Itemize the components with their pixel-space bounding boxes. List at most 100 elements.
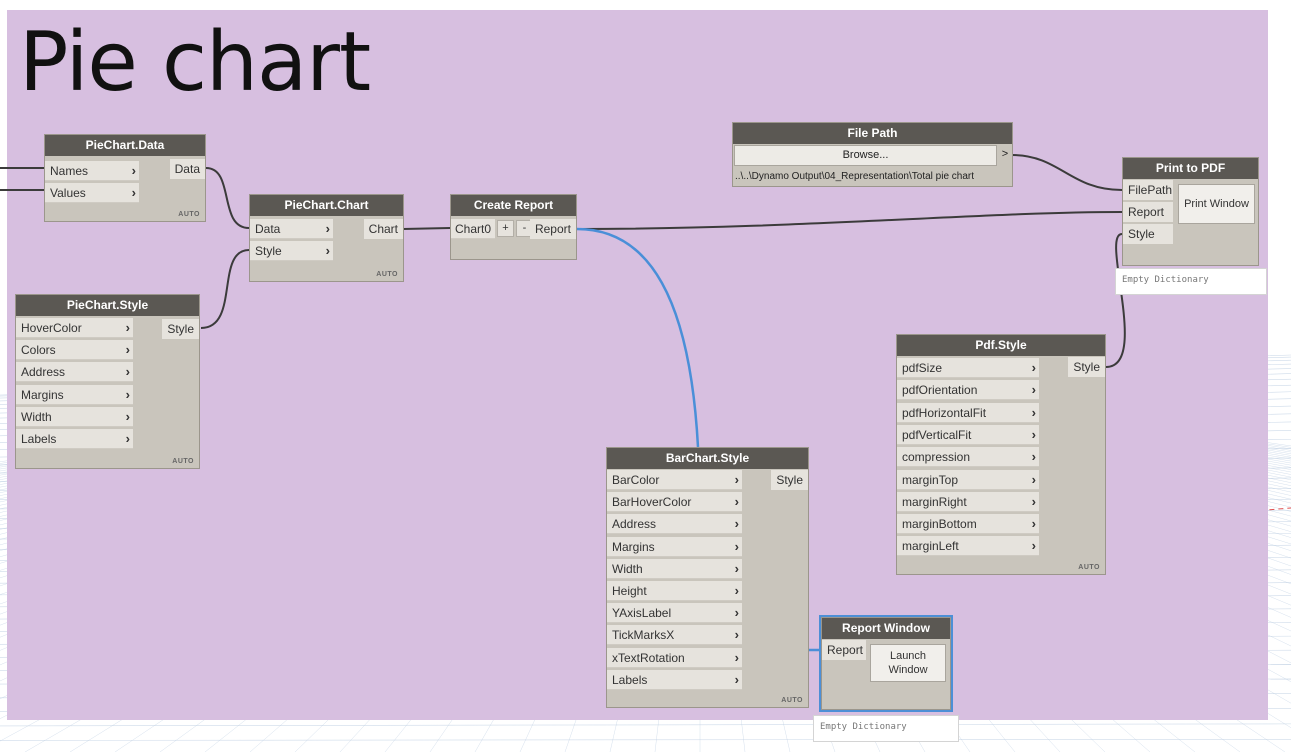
input-port-barhovercolor[interactable]: BarHoverColor › (607, 492, 742, 513)
input-port-pdforientation[interactable]: pdfOrientation › (897, 380, 1039, 401)
file-path-value: ..\..\Dynamo Output\04_Representation\To… (735, 171, 975, 182)
lacing-label: AUTO (1078, 564, 1100, 571)
input-port-labels[interactable]: Labels › (16, 429, 133, 449)
chevron-right-icon: › (1031, 360, 1036, 375)
input-port-margins[interactable]: Margins › (16, 384, 133, 405)
chevron-right-icon: › (1031, 404, 1036, 420)
wire-chart-to-report[interactable] (402, 227, 451, 230)
node-title: Pdf.Style (897, 335, 1105, 356)
chevron-right-icon: › (325, 243, 330, 258)
node-title: PieChart.Style (16, 295, 199, 316)
node-title: BarChart.Style (607, 448, 808, 469)
node-pdf-style[interactable]: Pdf.Style pdfSize › pdfOrientation › pdfHori… (896, 334, 1106, 575)
node-title: Report Window (822, 618, 950, 639)
chevron-right-icon: › (734, 494, 739, 510)
node-piechart-data[interactable]: PieChart.Data Names › Values › Data AUTO (44, 134, 206, 222)
output-port-report[interactable]: Report (529, 219, 576, 239)
chevron-right-icon: › (125, 408, 130, 424)
output-port-style[interactable]: Style (162, 319, 199, 339)
node-file-path[interactable]: File Path Browse... > ..\..\Dynamo Outpu… (732, 122, 1013, 187)
input-port-hovercolor[interactable]: HoverColor › (16, 318, 133, 338)
input-port-marginbottom[interactable]: marginBottom › (897, 514, 1039, 535)
wire-piestyle-to-chart[interactable] (200, 249, 250, 329)
print-pdf-preview-bubble: Empty Dictionary (1115, 268, 1267, 295)
chevron-right-icon: › (125, 364, 130, 380)
node-report-window[interactable]: Report Window Report Launch Window (819, 615, 953, 712)
input-port-data[interactable]: Data › (250, 219, 333, 239)
input-port-pdfhorizontalfit[interactable]: pdfHorizontalFit › (897, 402, 1039, 423)
chevron-right-icon: › (734, 671, 739, 687)
chevron-right-icon: › (131, 185, 136, 200)
lacing-label: AUTO (178, 211, 200, 218)
chevron-right-icon: › (125, 320, 130, 335)
wire-piedata-to-chart[interactable] (205, 167, 250, 229)
input-port-margins[interactable]: Margins › (607, 536, 742, 557)
input-port-xtextrotation[interactable]: xTextRotation › (607, 647, 742, 668)
input-port-colors[interactable]: Colors › (16, 340, 133, 361)
node-barchart-style[interactable]: BarChart.Style BarColor › BarHoverColor › Ad… (606, 447, 809, 708)
input-port-chart0[interactable]: Chart0 (451, 219, 495, 239)
output-port-chart[interactable]: Chart (363, 219, 403, 239)
node-title: Create Report (451, 195, 576, 216)
chevron-right-icon: › (131, 163, 136, 178)
node-piechart-chart[interactable]: PieChart.Chart Data › Style › Chart AUTO (249, 194, 404, 282)
node-title: Print to PDF (1123, 158, 1258, 179)
input-port-pdfsize[interactable]: pdfSize › (897, 358, 1039, 378)
chevron-right-icon: › (734, 472, 739, 487)
chevron-right-icon: › (734, 605, 739, 621)
input-port-report[interactable]: Report (1123, 202, 1173, 222)
chevron-right-icon: › (125, 386, 130, 402)
input-port-filepath[interactable]: FilePath (1123, 180, 1173, 200)
wire-report-to-barstyle[interactable] (576, 227, 700, 448)
chevron-right-icon: › (1031, 471, 1036, 487)
input-port-address[interactable]: Address › (16, 362, 133, 383)
lacing-label: AUTO (376, 271, 398, 278)
input-port-style[interactable]: Style (1123, 224, 1173, 244)
chevron-right-icon: › (734, 627, 739, 643)
input-port-yaxislabel[interactable]: YAxisLabel › (607, 603, 742, 624)
input-port-pdfverticalfit[interactable]: pdfVerticalFit › (897, 424, 1039, 445)
report-window-preview-bubble: Empty Dictionary (813, 715, 959, 742)
chevron-right-icon: › (734, 538, 739, 554)
print-window-button[interactable]: Print Window (1178, 184, 1255, 224)
wire-report-to-pdf[interactable] (576, 211, 1123, 230)
chevron-right-icon: › (1031, 493, 1036, 509)
node-print-to-pdf[interactable]: Print to PDF FilePath Report Style Print… (1122, 157, 1259, 266)
input-port-marginleft[interactable]: marginLeft › (897, 536, 1039, 557)
input-port-names[interactable]: Names › (45, 161, 139, 181)
input-port-barcolor[interactable]: BarColor › (607, 470, 742, 490)
node-title: File Path (733, 123, 1012, 144)
input-port-width[interactable]: Width › (607, 558, 742, 579)
input-port-compression[interactable]: compression › (897, 447, 1039, 468)
dynamo-canvas[interactable]: Pie chart PieChart.Data Names › Values › D… (0, 0, 1291, 752)
input-port-tickmarksx[interactable]: TickMarksX › (607, 625, 742, 646)
chevron-right-icon: › (734, 583, 739, 598)
chevron-right-icon: › (325, 221, 330, 236)
input-port-report[interactable]: Report (822, 640, 866, 660)
input-port-height[interactable]: Height › (607, 581, 742, 601)
output-port-data[interactable]: Data (169, 159, 205, 179)
wire-filepath-to-pdf[interactable] (1011, 154, 1123, 191)
node-create-report[interactable]: Create Report Chart0 + - Report (450, 194, 577, 260)
chevron-right-icon: › (1031, 449, 1036, 465)
input-port-marginright[interactable]: marginRight › (897, 491, 1039, 512)
launch-window-button[interactable]: Launch Window (870, 644, 946, 682)
chevron-right-icon: › (1031, 426, 1036, 442)
output-port-path[interactable]: > (999, 148, 1011, 160)
node-title: PieChart.Chart (250, 195, 403, 216)
input-port-style[interactable]: Style › (250, 241, 333, 261)
output-port-style[interactable]: Style (771, 470, 808, 490)
node-piechart-style[interactable]: PieChart.Style HoverColor › Colors › Address… (15, 294, 200, 469)
input-port-labels[interactable]: Labels › (607, 669, 742, 690)
lacing-label: AUTO (781, 697, 803, 704)
input-port-values[interactable]: Values › (45, 183, 139, 203)
chevron-right-icon: › (1031, 382, 1036, 398)
output-port-style[interactable]: Style (1068, 357, 1105, 377)
add-input-button[interactable]: + (497, 220, 514, 237)
chevron-right-icon: › (1031, 516, 1036, 532)
input-port-width[interactable]: Width › (16, 406, 133, 427)
browse-button[interactable]: Browse... (734, 145, 997, 166)
input-port-address[interactable]: Address › (607, 514, 742, 535)
input-port-margintop[interactable]: marginTop › (897, 469, 1039, 490)
node-title: PieChart.Data (45, 135, 205, 156)
